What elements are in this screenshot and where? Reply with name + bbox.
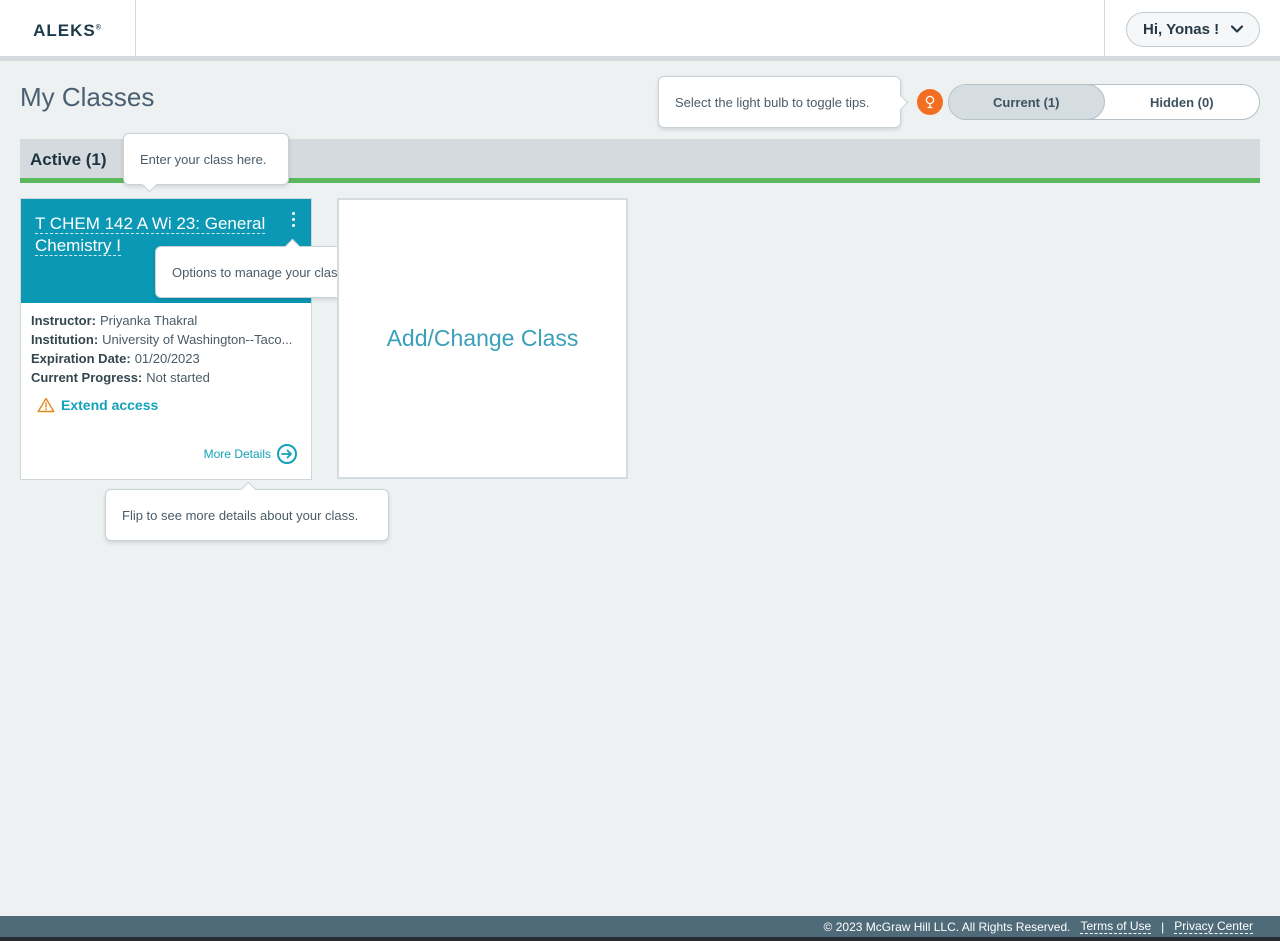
terms-of-use-link[interactable]: Terms of Use	[1080, 919, 1152, 934]
arrow-right-icon	[277, 444, 297, 464]
bottom-strip	[0, 937, 1280, 941]
tip-flip: Flip to see more details about your clas…	[105, 481, 389, 541]
class-filter-toggle: Current (1) Hidden (0)	[948, 84, 1260, 120]
warning-icon	[37, 397, 55, 413]
user-menu-button[interactable]: Hi, Yonas !	[1126, 12, 1260, 47]
expiration-value: 01/20/2023	[134, 351, 200, 366]
tab-current[interactable]: Current (1)	[949, 85, 1105, 119]
chevron-down-icon	[1231, 25, 1243, 33]
copyright-text: © 2023 McGraw Hill LLC. All Rights Reser…	[823, 919, 1071, 934]
tooltip-arrow	[240, 481, 257, 498]
logo-text: ALEKS®	[33, 20, 102, 40]
add-change-class-card[interactable]: Add/Change Class	[337, 198, 628, 479]
tip-flip-text: Flip to see more details about your clas…	[122, 507, 359, 523]
user-area: Hi, Yonas !	[1104, 0, 1280, 61]
progress-value: Not started	[146, 370, 210, 385]
footer: © 2023 McGraw Hill LLC. All Rights Reser…	[0, 916, 1280, 937]
expiration-row: Expiration Date: 01/20/2023	[31, 351, 200, 366]
instructor-value: Priyanka Thakral	[100, 313, 198, 328]
tab-hidden[interactable]: Hidden (0)	[1105, 85, 1260, 119]
more-details-label: More Details	[203, 447, 271, 461]
tip-enter-class: Enter your class here.	[123, 133, 289, 193]
extend-access-link[interactable]: Extend access	[37, 397, 158, 413]
extend-access-label: Extend access	[61, 397, 159, 413]
footer-separator: |	[1161, 919, 1165, 934]
institution-row: Institution: University of Washington--Ta…	[31, 332, 293, 347]
tip-bulb-text: Select the light bulb to toggle tips.	[675, 94, 870, 110]
add-change-class-label: Add/Change Class	[386, 325, 579, 351]
tip-bulb: Select the light bulb to toggle tips.	[658, 76, 909, 128]
tip-enter-class-text: Enter your class here.	[140, 151, 267, 167]
progress-row: Current Progress: Not started	[31, 370, 210, 385]
lightbulb-icon	[925, 95, 935, 109]
privacy-center-link[interactable]: Privacy Center	[1174, 919, 1253, 934]
institution-value: University of Washington--Taco...	[102, 332, 293, 347]
class-card: T CHEM 142 A Wi 23: General Chemistry I …	[20, 198, 312, 480]
tooltip-arrow	[892, 94, 909, 111]
aleks-logo[interactable]: ALEKS®	[0, 0, 136, 61]
page-title: My Classes	[20, 82, 155, 112]
tooltip-arrow	[141, 176, 158, 193]
active-section-label: Active (1)	[30, 150, 107, 169]
lightbulb-button[interactable]	[917, 89, 943, 115]
more-details-link[interactable]: More Details	[204, 444, 297, 464]
class-options-icon[interactable]	[285, 209, 301, 229]
instructor-row: Instructor: Priyanka Thakral	[31, 313, 198, 328]
user-greeting: Hi, Yonas !	[1143, 21, 1220, 38]
class-info: Instructor: Priyanka Thakral Institution:…	[31, 313, 292, 389]
top-header: ALEKS® Hi, Yonas !	[0, 0, 1280, 61]
